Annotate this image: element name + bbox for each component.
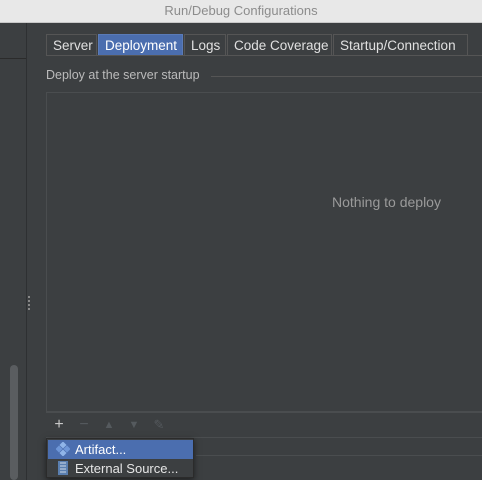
menu-item-external-source[interactable]: External Source... bbox=[48, 459, 193, 478]
tab-server[interactable]: Server bbox=[46, 34, 97, 55]
artifact-icon bbox=[56, 442, 70, 456]
tree-pane-divider bbox=[0, 58, 26, 59]
move-up-icon[interactable]: ▲ bbox=[101, 417, 117, 433]
deployment-list[interactable] bbox=[46, 92, 482, 412]
lower-panel-divider bbox=[196, 455, 482, 456]
tree-scrollbar[interactable] bbox=[10, 365, 18, 480]
deploy-section-title: Deploy at the server startup bbox=[46, 68, 200, 82]
tab-deployment-label: Deployment bbox=[105, 38, 178, 53]
tab-code-coverage-label: Code Coverage bbox=[234, 38, 329, 53]
window-title-bar: Run/Debug Configurations bbox=[0, 0, 482, 23]
tab-startup-connection[interactable]: Startup/Connection bbox=[333, 34, 468, 55]
empty-list-text: Nothing to deploy bbox=[332, 194, 441, 210]
tab-deployment[interactable]: Deployment bbox=[98, 34, 183, 55]
section-title-rule bbox=[211, 76, 482, 77]
tab-logs[interactable]: Logs bbox=[184, 34, 226, 55]
move-down-icon[interactable]: ▼ bbox=[126, 417, 142, 433]
add-icon[interactable]: + bbox=[51, 417, 67, 433]
pane-splitter-handle[interactable] bbox=[27, 295, 31, 313]
tab-logs-label: Logs bbox=[191, 38, 221, 53]
menu-item-external-source-label: External Source... bbox=[75, 461, 179, 476]
menu-item-artifact-label: Artifact... bbox=[75, 442, 127, 457]
add-popup-menu: Artifact... External Source... bbox=[46, 438, 194, 478]
edit-icon[interactable]: ✎ bbox=[151, 417, 167, 433]
tab-server-label: Server bbox=[53, 38, 93, 53]
external-source-icon bbox=[58, 461, 68, 475]
remove-icon[interactable]: − bbox=[76, 417, 92, 433]
deployment-toolbar: + − ▲ ▼ ✎ bbox=[46, 412, 482, 438]
tab-startup-connection-label: Startup/Connection bbox=[340, 38, 456, 53]
tab-bar-divider bbox=[46, 55, 482, 56]
window-title: Run/Debug Configurations bbox=[164, 3, 318, 18]
tab-code-coverage[interactable]: Code Coverage bbox=[227, 34, 332, 55]
menu-item-artifact[interactable]: Artifact... bbox=[48, 440, 193, 459]
